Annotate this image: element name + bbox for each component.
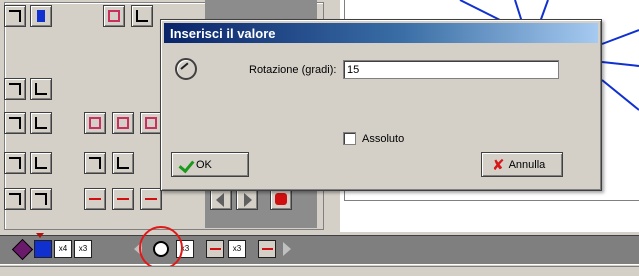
tool-button[interactable] [4,188,26,210]
canvas-line [459,0,501,21]
absolute-checkbox-label: Assoluto [362,132,405,145]
arrow-segment-icon[interactable] [258,240,276,258]
repeat-x4-button[interactable]: x4 [54,240,72,258]
ok-button[interactable]: OK [171,152,249,177]
canvas-line [601,79,639,111]
tool-button[interactable] [4,5,26,27]
tool-button[interactable] [131,5,153,27]
arrow-left-button[interactable] [210,188,232,210]
canvas-line [601,29,639,45]
arrow-right-icon[interactable] [280,240,294,258]
tool-button[interactable] [84,112,106,134]
dialog-title: Inserisci il valore [170,26,276,41]
dialog-titlebar[interactable]: Inserisci il valore [164,23,598,43]
color-block[interactable] [34,240,52,258]
tool-button[interactable] [30,112,52,134]
ok-button-label: OK [196,158,212,171]
tool-button[interactable] [30,78,52,100]
tool-button[interactable] [84,152,106,174]
rotate-icon [175,58,197,80]
canvas-line [601,61,639,67]
cancel-button-label: Annulla [508,158,546,171]
checkmark-icon [180,158,190,172]
tool-button[interactable] [112,112,134,134]
close-icon: ✘ [492,155,505,174]
tool-button[interactable] [30,188,52,210]
repeat-x3-button[interactable]: x3 [228,240,246,258]
tool-button[interactable] [112,188,134,210]
rotation-label: Rotazione (gradi): [249,64,337,76]
repeat-x3-button[interactable]: x3 [74,240,92,258]
cancel-button[interactable]: ✘ Annulla [481,152,563,177]
diamond-icon[interactable] [11,238,34,261]
tool-button[interactable] [140,112,162,134]
highlight-circle [139,226,183,270]
tool-button[interactable] [140,188,162,210]
arrow-right-button[interactable] [236,188,258,210]
absolute-checkbox-row[interactable]: Assoluto [343,132,404,145]
tool-button[interactable] [4,112,26,134]
bottom-toolbar [0,235,639,265]
arrow-segment-icon[interactable] [206,240,224,258]
position-marker-icon [36,233,44,238]
stop-button[interactable] [270,188,292,210]
absolute-checkbox[interactable] [343,132,356,145]
rotation-input[interactable] [343,60,559,79]
tool-button[interactable] [4,78,26,100]
tool-button[interactable] [30,5,52,27]
tool-button[interactable] [4,152,26,174]
input-dialog: Inserisci il valore Rotazione (gradi): A… [160,19,602,191]
tool-button[interactable] [103,5,125,27]
tool-button[interactable] [30,152,52,174]
tool-button[interactable] [112,152,134,174]
tool-button[interactable] [84,188,106,210]
